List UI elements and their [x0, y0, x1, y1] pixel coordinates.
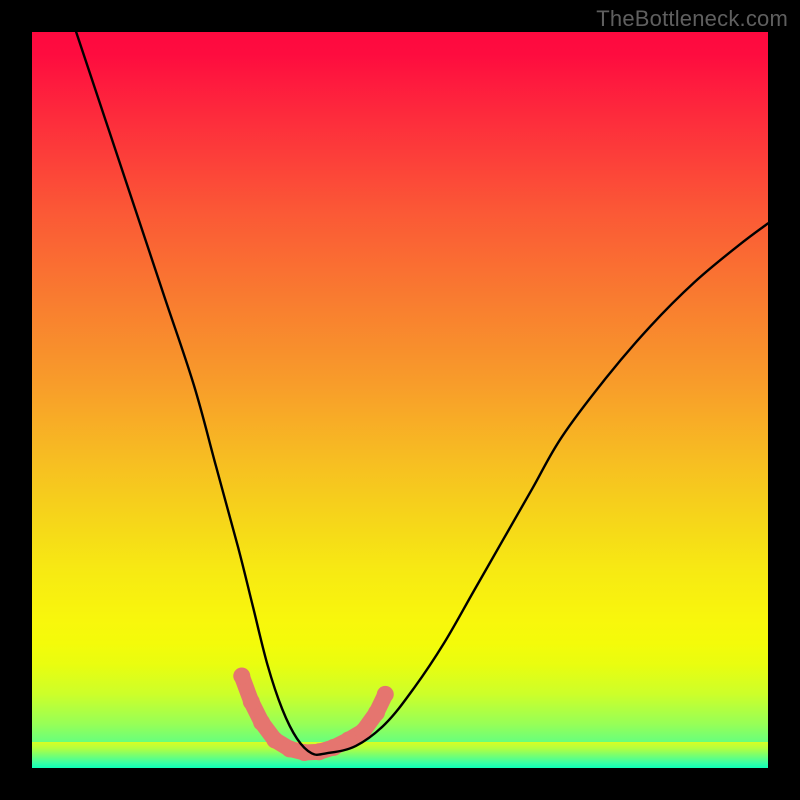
trough-marker-dot — [253, 714, 270, 731]
marker-group — [233, 668, 394, 762]
trough-marker-dot — [281, 740, 298, 757]
chart-stage: TheBottleneck.com — [0, 0, 800, 800]
bottleneck-curve — [76, 32, 768, 755]
trough-marker-dot — [233, 668, 250, 685]
curve-layer — [32, 32, 768, 768]
trough-marker-dot — [266, 732, 283, 749]
plot-area — [32, 32, 768, 768]
trough-marker-dot — [368, 704, 385, 721]
trough-marker-dot — [377, 686, 394, 703]
trough-marker-dot — [243, 693, 260, 710]
trough-marker-dot — [311, 743, 328, 760]
watermark-text: TheBottleneck.com — [596, 6, 788, 32]
